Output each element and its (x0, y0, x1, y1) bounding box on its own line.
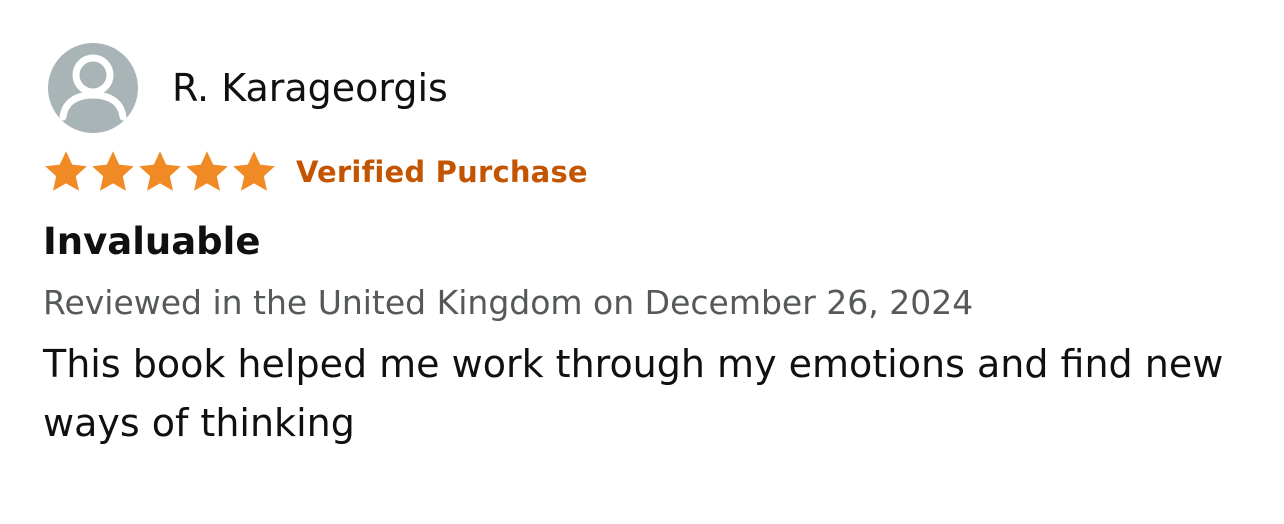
star-icon (183, 148, 231, 196)
review-body: This book helped me work through my emot… (43, 342, 1224, 445)
avatar[interactable] (48, 43, 138, 133)
star-icon (230, 148, 278, 196)
rating-row: Verified Purchase (42, 147, 588, 197)
reviewer-profile[interactable]: R. Karageorgis (48, 43, 448, 133)
star-rating[interactable] (42, 148, 277, 196)
review-date: Reviewed in the United Kingdom on Decemb… (43, 283, 974, 322)
review-title: Invaluable (43, 220, 261, 263)
star-icon (136, 148, 184, 196)
star-icon (89, 148, 137, 196)
reviewer-name[interactable]: R. Karageorgis (172, 66, 448, 110)
star-icon (42, 148, 90, 196)
verified-purchase-badge[interactable]: Verified Purchase (296, 155, 588, 189)
user-icon (59, 54, 127, 121)
review-card: R. Karageorgis Verified Purchase Invalua… (0, 0, 1284, 524)
